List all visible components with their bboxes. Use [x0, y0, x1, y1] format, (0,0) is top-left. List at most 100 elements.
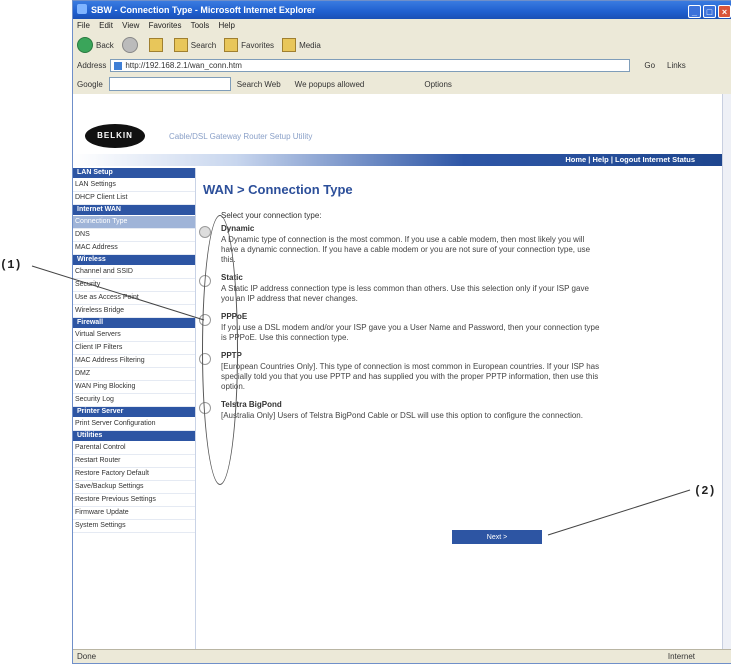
search-button[interactable]: Search	[173, 38, 217, 52]
close-button[interactable]: ×	[718, 5, 731, 18]
address-input[interactable]: http://192.168.2.1/wan_conn.htm	[110, 59, 631, 72]
minimize-button[interactable]: _	[688, 5, 701, 18]
stop-button[interactable]	[148, 38, 166, 52]
forward-button[interactable]	[121, 37, 141, 53]
option-name: Dynamic	[221, 224, 255, 233]
google-toolbar: Google Search Web We popups allowed Opti…	[73, 74, 731, 94]
sidebar-item-dmz[interactable]: DMZ	[73, 368, 195, 381]
menu-edit[interactable]: Edit	[99, 21, 113, 30]
sidebar-item-access-point[interactable]: Use as Access Point	[73, 292, 195, 305]
sidebar-item-dhcp-client-list[interactable]: DHCP Client List	[73, 192, 195, 205]
status-text: Done	[77, 652, 97, 661]
option-desc: [Australia Only] Users of Telstra BigPon…	[221, 411, 583, 420]
option-pppoe: PPPoE If you use a DSL modem and/or your…	[199, 312, 601, 343]
sidebar-item-wan-ping-blocking[interactable]: WAN Ping Blocking	[73, 381, 195, 394]
product-title: Cable/DSL Gateway Router Setup Utility	[169, 132, 313, 141]
media-button[interactable]: Media	[282, 38, 321, 52]
option-desc: [European Countries Only]. This type of …	[221, 362, 600, 391]
section-wireless[interactable]: Wireless	[73, 255, 195, 265]
browser-window: SBW - Connection Type - Microsoft Intern…	[72, 0, 731, 664]
search-label: Search	[190, 40, 217, 50]
sidebar-item-dns[interactable]: DNS	[73, 229, 195, 242]
section-internet-wan[interactable]: Internet WAN	[73, 205, 195, 215]
section-lan-setup[interactable]: LAN Setup	[73, 168, 195, 178]
address-bar: Address http://192.168.2.1/wan_conn.htm …	[73, 57, 731, 74]
option-name: Static	[221, 273, 243, 282]
google-search-input[interactable]	[108, 77, 231, 91]
header-links[interactable]: Home | Help | Logout Internet Status	[565, 154, 695, 166]
toolbar: Back Search Favorites Media	[73, 33, 731, 57]
ie-icon	[77, 4, 87, 14]
sidebar-item-firmware-update[interactable]: Firmware Update	[73, 507, 195, 520]
star-icon	[224, 38, 239, 52]
option-desc: If you use a DSL modem and/or your ISP g…	[221, 323, 600, 342]
menu-bar: File Edit View Favorites Tools Help	[73, 19, 731, 33]
options-button[interactable]: Options	[424, 80, 452, 89]
favorites-label: Favorites	[241, 40, 275, 50]
media-label: Media	[299, 40, 321, 50]
menu-file[interactable]: File	[77, 21, 90, 30]
section-utilities[interactable]: Utilities	[73, 431, 195, 441]
sidebar-item-save-backup[interactable]: Save/Backup Settings	[73, 481, 195, 494]
media-icon	[282, 38, 297, 52]
sidebar-item-mac-address[interactable]: MAC Address	[73, 242, 195, 255]
zone-indicator: Internet	[667, 652, 695, 661]
sidebar: LAN Setup LAN Settings DHCP Client List …	[73, 168, 196, 651]
option-desc: A Static IP address connection type is l…	[221, 284, 589, 303]
menu-tools[interactable]: Tools	[191, 21, 210, 30]
sidebar-item-virtual-servers[interactable]: Virtual Servers	[73, 329, 195, 342]
menu-help[interactable]: Help	[219, 21, 235, 30]
option-pptp: PPTP [European Countries Only]. This typ…	[199, 351, 601, 392]
search-icon	[173, 38, 188, 52]
menu-view[interactable]: View	[122, 21, 139, 30]
option-desc: A Dynamic type of connection is the most…	[221, 235, 591, 264]
sidebar-item-mac-filtering[interactable]: MAC Address Filtering	[73, 355, 195, 368]
callout-2-label: (2)	[694, 484, 716, 498]
sidebar-item-parental-control[interactable]: Parental Control	[73, 442, 195, 455]
stop-icon	[148, 38, 163, 52]
sidebar-item-security[interactable]: Security	[73, 279, 195, 292]
callout-ellipse	[202, 215, 238, 485]
connection-prompt: Select your connection type:	[221, 211, 322, 220]
sidebar-item-lan-settings[interactable]: LAN Settings	[73, 179, 195, 192]
option-dynamic: Dynamic A Dynamic type of connection is …	[199, 224, 601, 265]
section-firewall[interactable]: Firewall	[73, 318, 195, 328]
go-button[interactable]: Go	[644, 61, 655, 70]
back-arrow-icon	[77, 37, 93, 53]
sidebar-item-restore-previous[interactable]: Restore Previous Settings	[73, 494, 195, 507]
back-label: Back	[96, 40, 114, 50]
title-bar: SBW - Connection Type - Microsoft Intern…	[73, 1, 731, 19]
sidebar-item-security-log[interactable]: Security Log	[73, 394, 195, 407]
maximize-button[interactable]: □	[703, 5, 716, 18]
sidebar-item-print-server-config[interactable]: Print Server Configuration	[73, 418, 195, 431]
sidebar-item-channel-ssid[interactable]: Channel and SSID	[73, 266, 195, 279]
forward-arrow-icon	[121, 37, 138, 53]
sidebar-item-restart-router[interactable]: Restart Router	[73, 455, 195, 468]
vertical-scrollbar[interactable]	[722, 94, 731, 651]
sidebar-item-wireless-bridge[interactable]: Wireless Bridge	[73, 305, 195, 318]
option-telstra: Telstra BigPond [Australia Only] Users o…	[199, 400, 601, 421]
sidebar-item-restore-factory-default[interactable]: Restore Factory Default	[73, 468, 195, 481]
google-logo: Google	[77, 79, 103, 89]
back-button[interactable]: Back	[77, 37, 114, 53]
address-label: Address	[77, 61, 107, 70]
menu-favorites[interactable]: Favorites	[149, 21, 182, 30]
window-title: SBW - Connection Type - Microsoft Intern…	[91, 5, 316, 15]
option-name: Telstra BigPond	[221, 400, 282, 409]
links-button[interactable]: Links	[667, 61, 686, 70]
option-static: Static A Static IP address connection ty…	[199, 273, 601, 304]
router-header: BELKIN Cable/DSL Gateway Router Setup Ut…	[73, 94, 725, 166]
status-bar: Done Internet	[73, 649, 731, 663]
belkin-logo: BELKIN	[85, 124, 145, 148]
sidebar-item-connection-type[interactable]: Connection Type	[73, 216, 195, 229]
callout-1-label: (1)	[0, 258, 22, 272]
section-printer-server[interactable]: Printer Server	[73, 407, 195, 417]
main-panel: WAN > Connection Type Select your connec…	[199, 182, 703, 427]
sidebar-item-system-settings[interactable]: System Settings	[73, 520, 195, 533]
popup-blocker-status[interactable]: We popups allowed	[295, 80, 365, 89]
favorites-button[interactable]: Favorites	[224, 38, 274, 52]
sidebar-item-client-ip-filters[interactable]: Client IP Filters	[73, 342, 195, 355]
option-name: PPTP	[221, 351, 242, 360]
search-web-button[interactable]: Search Web	[237, 80, 281, 89]
next-button[interactable]: Next >	[452, 530, 542, 544]
